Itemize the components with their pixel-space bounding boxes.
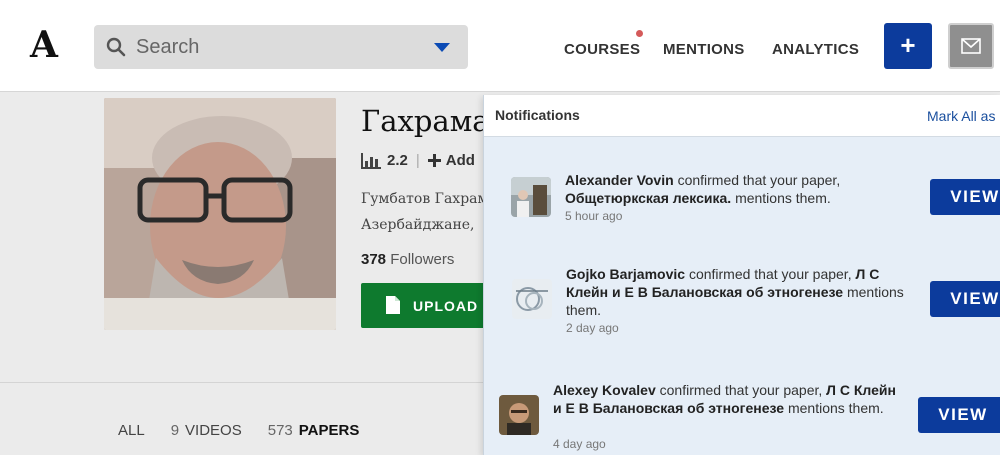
view-button[interactable]: VIEW bbox=[918, 397, 1000, 433]
notification-item: Alexander Vovin confirmed that your pape… bbox=[484, 171, 1000, 241]
nav-mentions-link[interactable]: MENTIONS bbox=[663, 41, 745, 58]
site-logo[interactable]: A bbox=[30, 24, 58, 66]
notifications-panel: Notifications Mark All as Alexander Vovi… bbox=[483, 95, 1000, 455]
notification-text: Gojko Barjamovic confirmed that your pap… bbox=[566, 265, 906, 319]
notification-item: Alexey Kovalev confirmed that your paper… bbox=[484, 381, 1000, 455]
notification-text: Alexander Vovin confirmed that your pape… bbox=[565, 171, 895, 207]
author-score: 2.2 bbox=[387, 152, 408, 169]
search-icon bbox=[106, 37, 126, 57]
top-navigation-bar: A COURSES MENTIONS ANALYTICS + bbox=[0, 0, 1000, 92]
notification-tail: mentions them. bbox=[787, 400, 884, 416]
upload-button[interactable]: UPLOAD bbox=[361, 283, 487, 328]
stats-separator: | bbox=[415, 152, 420, 169]
notification-tail: mentions them. bbox=[735, 190, 831, 206]
content-tabs: ALL 9 VIDEOS 573 PAPERS bbox=[118, 422, 385, 439]
notification-time: 4 day ago bbox=[553, 437, 606, 451]
view-button[interactable]: VIEW bbox=[930, 179, 1000, 215]
notification-verb: confirmed that your paper, bbox=[688, 266, 852, 282]
tab-videos[interactable]: 9 VIDEOS bbox=[171, 422, 242, 439]
upload-label: UPLOAD bbox=[413, 298, 479, 314]
followers-label: Followers bbox=[390, 251, 455, 268]
user-avatar[interactable] bbox=[512, 279, 552, 319]
messages-button[interactable] bbox=[948, 23, 994, 69]
notification-text: Alexey Kovalev confirmed that your paper… bbox=[553, 381, 903, 417]
notification-verb: confirmed that your paper, bbox=[659, 382, 823, 398]
notification-verb: confirmed that your paper, bbox=[677, 172, 841, 188]
notification-time: 2 day ago bbox=[566, 321, 619, 335]
papers-label: PAPERS bbox=[298, 422, 360, 439]
videos-label: VIDEOS bbox=[185, 422, 242, 439]
papers-count: 573 bbox=[267, 422, 293, 439]
search-box[interactable] bbox=[94, 25, 468, 69]
plus-icon bbox=[427, 154, 441, 167]
user-avatar[interactable] bbox=[499, 395, 539, 435]
notification-time: 5 hour ago bbox=[565, 209, 623, 223]
notifier-name[interactable]: Gojko Barjamovic bbox=[566, 266, 685, 282]
notifier-name[interactable]: Alexander Vovin bbox=[565, 172, 674, 188]
search-input[interactable] bbox=[136, 33, 426, 61]
notifications-title: Notifications bbox=[495, 107, 580, 123]
followers-count[interactable]: 378 Followers bbox=[361, 251, 454, 268]
mark-all-as-read-link[interactable]: Mark All as bbox=[927, 108, 995, 124]
notifications-header: Notifications Mark All as bbox=[484, 95, 1000, 137]
add-label: Add bbox=[445, 152, 475, 169]
tab-all[interactable]: ALL bbox=[118, 422, 145, 439]
user-avatar[interactable] bbox=[511, 177, 551, 217]
paper-title[interactable]: Общетюркская лексика. bbox=[565, 190, 731, 206]
nav-courses-link[interactable]: COURSES bbox=[564, 41, 640, 58]
envelope-icon bbox=[961, 38, 981, 54]
add-content-button[interactable]: + bbox=[884, 23, 932, 69]
view-button[interactable]: VIEW bbox=[930, 281, 1000, 317]
profile-stats-row: 2.2 | Add bbox=[361, 152, 475, 169]
notifier-name[interactable]: Alexey Kovalev bbox=[553, 382, 656, 398]
chevron-down-icon[interactable] bbox=[434, 43, 450, 52]
notification-item: Gojko Barjamovic confirmed that your pap… bbox=[484, 265, 1000, 339]
nav-analytics-link[interactable]: ANALYTICS bbox=[772, 41, 859, 58]
courses-notification-dot bbox=[636, 30, 643, 37]
followers-number: 378 bbox=[361, 251, 387, 268]
add-button[interactable]: Add bbox=[427, 152, 475, 169]
videos-count: 9 bbox=[170, 422, 180, 439]
tab-papers[interactable]: 573 PAPERS bbox=[268, 422, 360, 439]
profile-photo bbox=[104, 98, 336, 330]
document-icon bbox=[386, 296, 400, 314]
bar-chart-icon bbox=[361, 152, 381, 169]
